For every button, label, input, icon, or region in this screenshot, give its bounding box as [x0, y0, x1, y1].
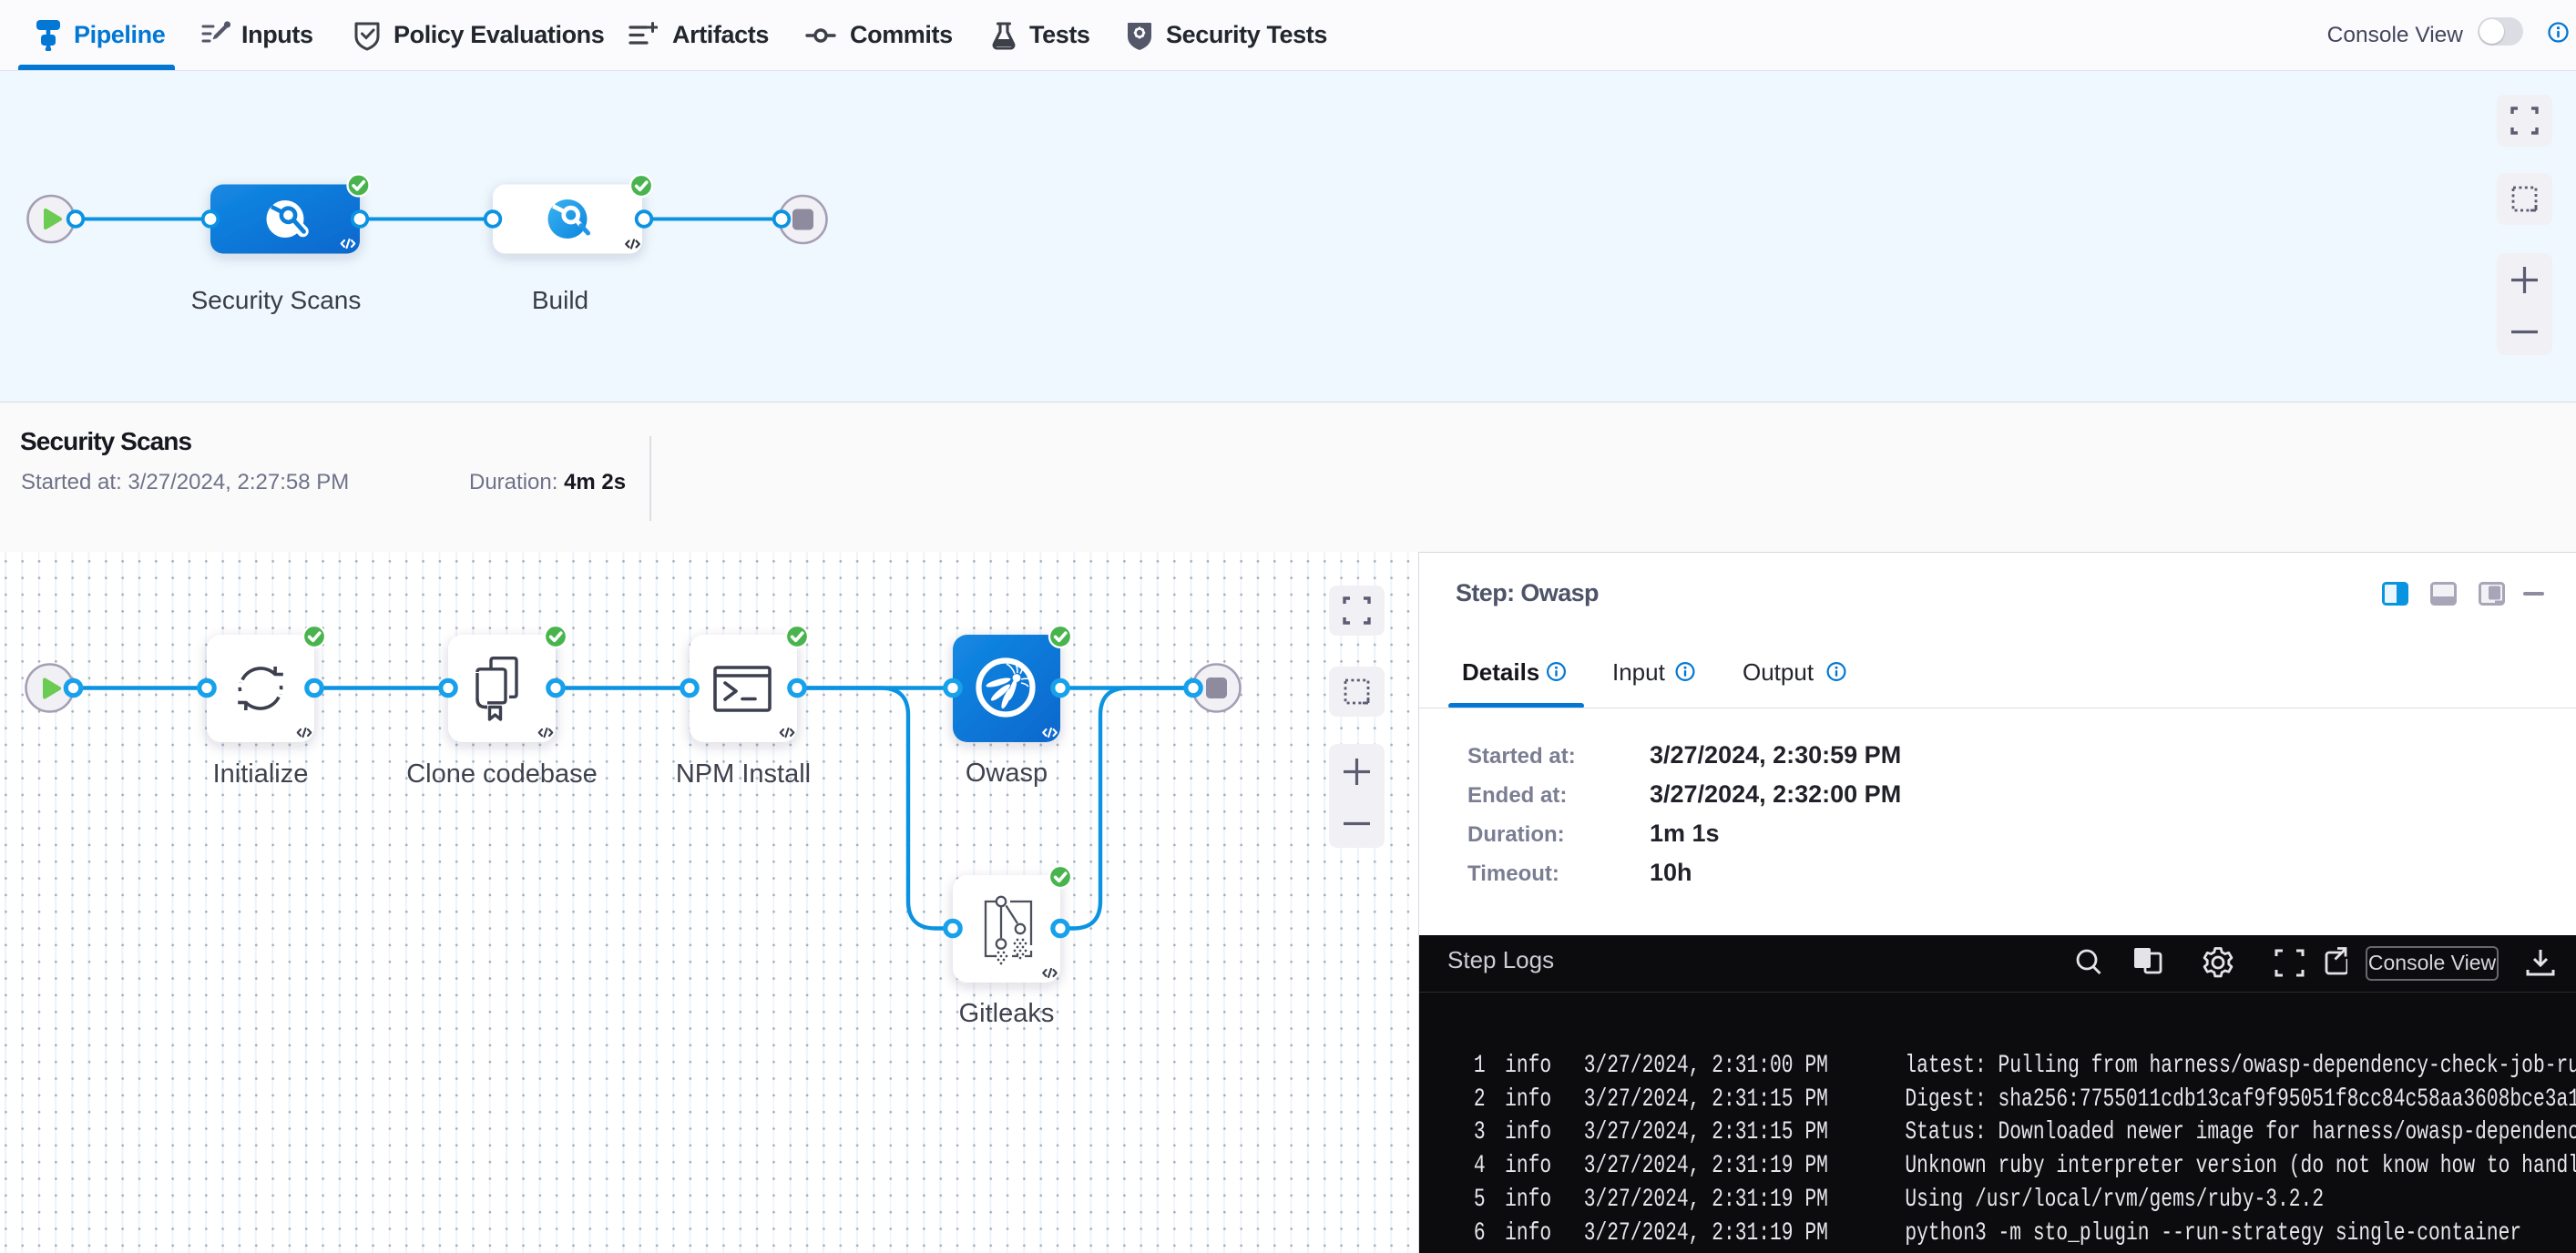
svg-text:Security Scans: Security Scans [191, 286, 362, 314]
svg-text:Initialize: Initialize [213, 759, 309, 789]
svg-text:Owasp: Owasp [966, 759, 1048, 788]
svg-text:Build: Build [532, 286, 588, 314]
svg-text:NPM Install: NPM Install [676, 759, 811, 789]
svg-text:Gitleaks: Gitleaks [959, 999, 1055, 1028]
svg-text:Clone codebase: Clone codebase [406, 759, 598, 789]
